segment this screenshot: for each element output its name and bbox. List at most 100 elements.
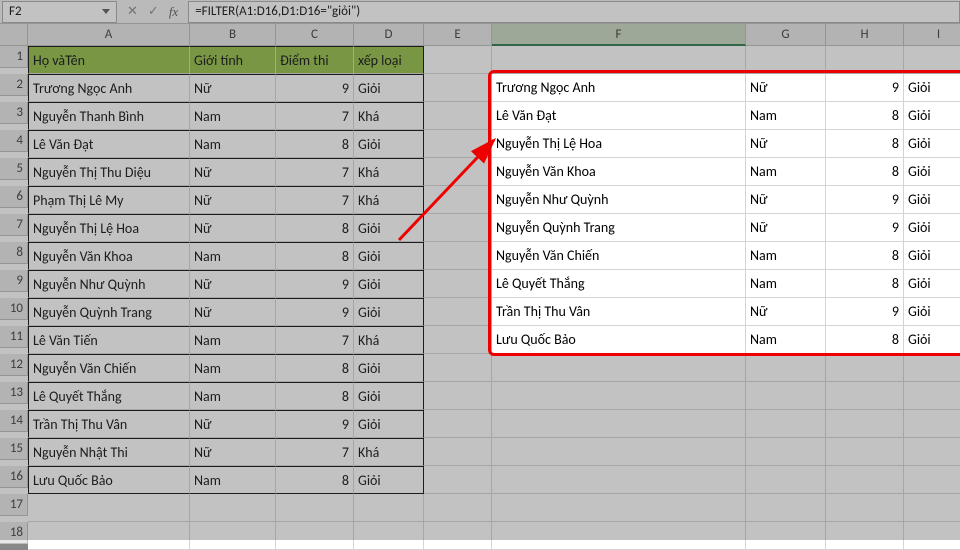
- cell-I6[interactable]: Giỏi: [904, 186, 960, 214]
- cell-E6[interactable]: [424, 186, 492, 214]
- row-head-4[interactable]: 4: [0, 130, 28, 152]
- cell-D5[interactable]: Khá: [354, 158, 424, 186]
- cell-A2[interactable]: Trương Ngọc Anh: [28, 74, 190, 102]
- cell-F1[interactable]: [492, 46, 746, 74]
- cell-I8[interactable]: Giỏi: [904, 242, 960, 270]
- cell-G12[interactable]: [746, 354, 826, 382]
- cell-H10[interactable]: 9: [826, 298, 904, 326]
- row-head-11[interactable]: 11: [0, 326, 28, 348]
- cell-H1[interactable]: [826, 46, 904, 74]
- col-head-D[interactable]: D: [354, 24, 424, 46]
- cell-B3[interactable]: Nam: [190, 102, 276, 130]
- cell-H17[interactable]: [826, 494, 904, 522]
- cell-B17[interactable]: [190, 494, 276, 522]
- row-head-18[interactable]: 18: [0, 522, 28, 544]
- cell-D11[interactable]: Khá: [354, 326, 424, 354]
- row-head-12[interactable]: 12: [0, 354, 28, 376]
- cell-I12[interactable]: [904, 354, 960, 382]
- cell-I3[interactable]: Giỏi: [904, 102, 960, 130]
- cell-G6[interactable]: Nữ: [746, 186, 826, 214]
- row-head-1[interactable]: 1: [0, 46, 28, 68]
- cell-H4[interactable]: 8: [826, 130, 904, 158]
- cell-H8[interactable]: 8: [826, 242, 904, 270]
- cell-E3[interactable]: [424, 102, 492, 130]
- cell-H14[interactable]: [826, 410, 904, 438]
- cell-C10[interactable]: 9: [276, 298, 354, 326]
- cell-B11[interactable]: Nam: [190, 326, 276, 354]
- cell-A11[interactable]: Lê Văn Tiến: [28, 326, 190, 354]
- cell-H9[interactable]: 8: [826, 270, 904, 298]
- col-head-A[interactable]: A: [28, 24, 190, 46]
- cell-F11[interactable]: Lưu Quốc Bảo: [492, 326, 746, 354]
- row-head-15[interactable]: 15: [0, 438, 28, 460]
- cell-D9[interactable]: Giỏi: [354, 270, 424, 298]
- row-head-2[interactable]: 2: [0, 74, 28, 96]
- cell-B9[interactable]: Nữ: [190, 270, 276, 298]
- cell-C17[interactable]: [276, 494, 354, 522]
- cell-F16[interactable]: [492, 466, 746, 494]
- cell-H13[interactable]: [826, 382, 904, 410]
- cell-C18[interactable]: [276, 522, 354, 550]
- cell-G9[interactable]: Nam: [746, 270, 826, 298]
- cell-E1[interactable]: [424, 46, 492, 74]
- cell-F18[interactable]: [492, 522, 746, 550]
- cell-H5[interactable]: 8: [826, 158, 904, 186]
- cell-B15[interactable]: Nữ: [190, 438, 276, 466]
- cell-C14[interactable]: 9: [276, 410, 354, 438]
- cell-G10[interactable]: Nữ: [746, 298, 826, 326]
- cell-E5[interactable]: [424, 158, 492, 186]
- cell-I17[interactable]: [904, 494, 960, 522]
- cell-A13[interactable]: Lê Quyết Thắng: [28, 382, 190, 410]
- cell-D7[interactable]: Giỏi: [354, 214, 424, 242]
- cell-D8[interactable]: Giỏi: [354, 242, 424, 270]
- cell-D3[interactable]: Khá: [354, 102, 424, 130]
- cell-B5[interactable]: Nữ: [190, 158, 276, 186]
- cell-H2[interactable]: 9: [826, 74, 904, 102]
- cell-F12[interactable]: [492, 354, 746, 382]
- cell-H15[interactable]: [826, 438, 904, 466]
- cell-F14[interactable]: [492, 410, 746, 438]
- cell-I14[interactable]: [904, 410, 960, 438]
- cell-G5[interactable]: Nam: [746, 158, 826, 186]
- cell-D12[interactable]: Giỏi: [354, 354, 424, 382]
- cell-C16[interactable]: 8: [276, 466, 354, 494]
- cancel-formula-icon[interactable]: ✕: [127, 4, 138, 19]
- cell-D14[interactable]: Giỏi: [354, 410, 424, 438]
- cell-F10[interactable]: Trần Thị Thu Vân: [492, 298, 746, 326]
- cell-C1[interactable]: Điểm thi: [276, 46, 354, 74]
- cell-A18[interactable]: [28, 522, 190, 550]
- cell-H12[interactable]: [826, 354, 904, 382]
- cell-A1[interactable]: Họ vàTên: [28, 46, 190, 74]
- cell-B1[interactable]: Giới tính: [190, 46, 276, 74]
- cell-E9[interactable]: [424, 270, 492, 298]
- cell-C7[interactable]: 8: [276, 214, 354, 242]
- cell-A17[interactable]: [28, 494, 190, 522]
- formula-bar[interactable]: =FILTER(A1:D16,D1:D16="giỏi"): [188, 1, 960, 23]
- fx-icon[interactable]: fx: [169, 4, 178, 20]
- cell-G14[interactable]: [746, 410, 826, 438]
- cell-G4[interactable]: Nữ: [746, 130, 826, 158]
- spreadsheet-grid[interactable]: ABCDEFGHI1Họ vàTênGiới tínhĐiểm thixếp l…: [0, 24, 960, 550]
- cell-I5[interactable]: Giỏi: [904, 158, 960, 186]
- cell-A8[interactable]: Nguyễn Văn Khoa: [28, 242, 190, 270]
- col-head-F[interactable]: F: [492, 24, 746, 46]
- row-head-6[interactable]: 6: [0, 186, 28, 208]
- cell-C8[interactable]: 8: [276, 242, 354, 270]
- cell-D4[interactable]: Giỏi: [354, 130, 424, 158]
- cell-F9[interactable]: Lê Quyết Thắng: [492, 270, 746, 298]
- col-head-H[interactable]: H: [826, 24, 904, 46]
- cell-I10[interactable]: Giỏi: [904, 298, 960, 326]
- row-head-14[interactable]: 14: [0, 410, 28, 432]
- cell-H3[interactable]: 8: [826, 102, 904, 130]
- cell-H16[interactable]: [826, 466, 904, 494]
- cell-C6[interactable]: 7: [276, 186, 354, 214]
- cell-I2[interactable]: Giỏi: [904, 74, 960, 102]
- cell-E7[interactable]: [424, 214, 492, 242]
- cell-I11[interactable]: Giỏi: [904, 326, 960, 354]
- cell-B4[interactable]: Nam: [190, 130, 276, 158]
- cell-G1[interactable]: [746, 46, 826, 74]
- cell-E17[interactable]: [424, 494, 492, 522]
- cell-A14[interactable]: Trần Thị Thu Vân: [28, 410, 190, 438]
- row-head-16[interactable]: 16: [0, 466, 28, 488]
- cell-D18[interactable]: [354, 522, 424, 550]
